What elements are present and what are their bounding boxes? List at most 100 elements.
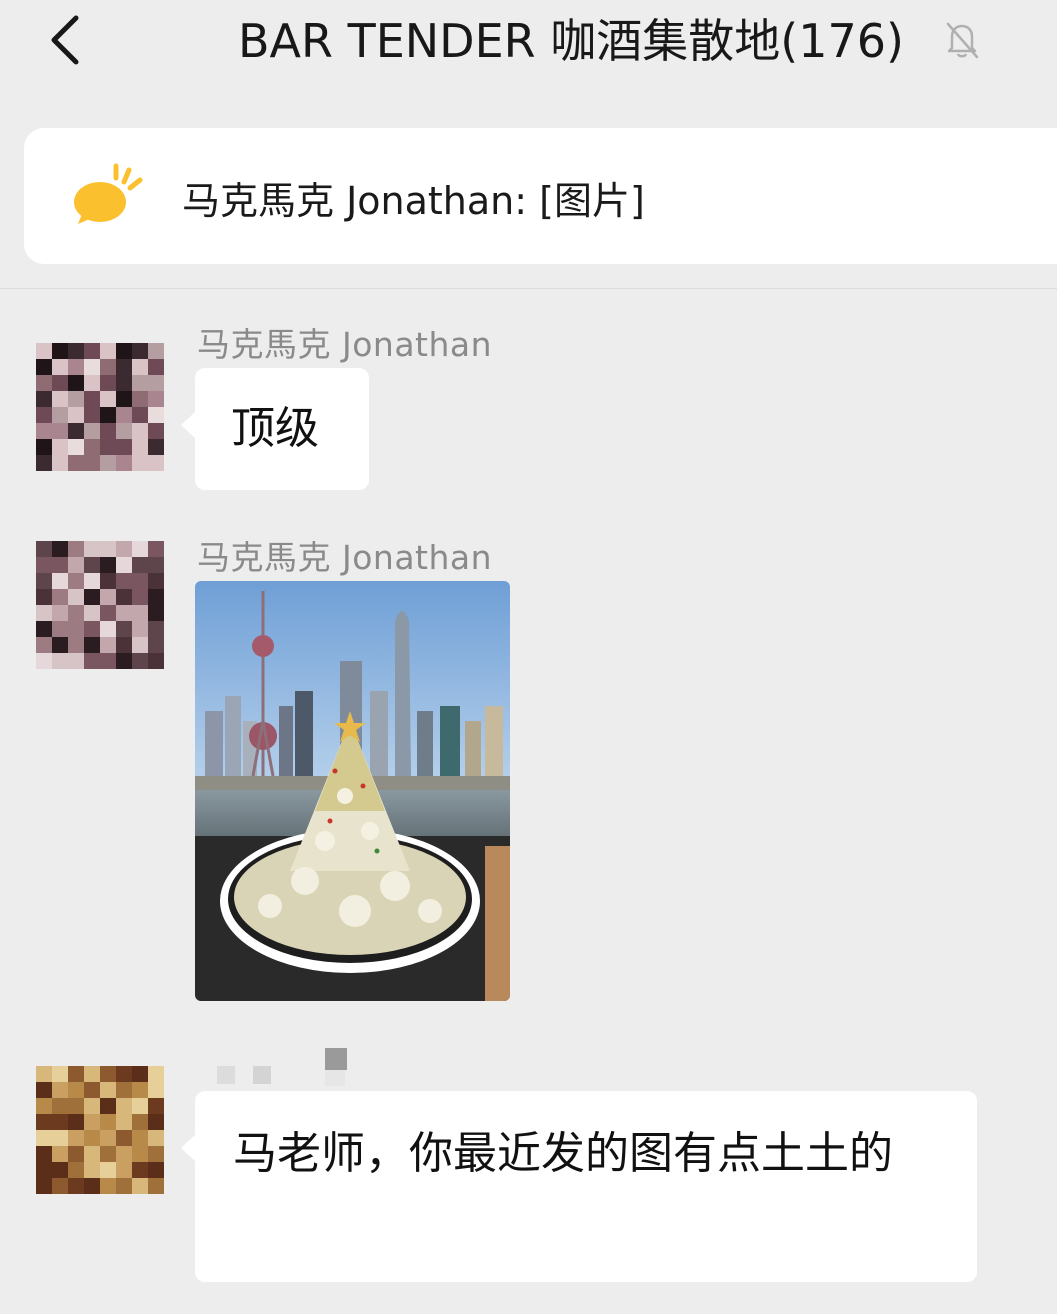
- avatar-pixel: [100, 605, 116, 621]
- avatar[interactable]: [36, 541, 164, 669]
- avatar-pixel: [84, 589, 100, 605]
- avatar-pixel: [132, 589, 148, 605]
- avatar-pixel: [84, 557, 100, 573]
- avatar-pixel: [36, 439, 52, 455]
- avatar-pixel: [52, 1114, 68, 1130]
- avatar-pixel: [52, 1066, 68, 1082]
- avatar-pixel: [132, 375, 148, 391]
- message-text: 马老师，你最近发的图有点土土的: [233, 1128, 893, 1179]
- avatar-pixel: [132, 1146, 148, 1162]
- avatar-pixel: [148, 1178, 164, 1194]
- avatar-pixel: [52, 1082, 68, 1098]
- avatar-pixel: [148, 557, 164, 573]
- avatar-pixel: [100, 589, 116, 605]
- avatar-pixel: [116, 407, 132, 423]
- avatar-pixel: [36, 557, 52, 573]
- avatar-pixel: [68, 423, 84, 439]
- avatar-pixel: [52, 343, 68, 359]
- avatar-pixel: [148, 1098, 164, 1114]
- avatar-pixel: [36, 1066, 52, 1082]
- avatar-pixel: [132, 541, 148, 557]
- avatar-pixel: [116, 1162, 132, 1178]
- avatar-pixel: [132, 605, 148, 621]
- avatar-pixel: [132, 1130, 148, 1146]
- avatar-pixel: [148, 541, 164, 557]
- avatar-pixel: [100, 359, 116, 375]
- avatar-pixel: [36, 605, 52, 621]
- avatar-pixel: [52, 1178, 68, 1194]
- avatar-pixel: [132, 1114, 148, 1130]
- message-bubble[interactable]: 顶级: [181, 368, 369, 490]
- avatar-pixel: [84, 375, 100, 391]
- avatar-pixel: [68, 1098, 84, 1114]
- avatar-pixel: [116, 375, 132, 391]
- avatar-pixel: [52, 621, 68, 637]
- notice-text: 马克馬克 Jonathan: [图片]: [182, 179, 645, 223]
- avatar-pixel: [84, 1146, 100, 1162]
- avatar-pixel: [84, 1066, 100, 1082]
- avatar-pixel: [84, 359, 100, 375]
- avatar-pixel: [52, 557, 68, 573]
- avatar-pixel: [52, 637, 68, 653]
- avatar-pixel: [36, 391, 52, 407]
- avatar-pixel: [100, 455, 116, 471]
- avatar-pixel: [52, 391, 68, 407]
- avatar-pixel: [148, 653, 164, 669]
- avatar-pixel: [36, 1162, 52, 1178]
- avatar-pixel: [132, 637, 148, 653]
- avatar-pixel: [36, 359, 52, 375]
- avatar-pixel: [84, 407, 100, 423]
- avatar[interactable]: [36, 1066, 164, 1194]
- divider: [0, 288, 1057, 289]
- avatar-pixel: [84, 1082, 100, 1098]
- message-bubble[interactable]: 马老师，你最近发的图有点土土的: [181, 1091, 977, 1282]
- avatar-pixel: [116, 1098, 132, 1114]
- avatar-pixel: [52, 407, 68, 423]
- avatar-pixel: [148, 423, 164, 439]
- avatar-pixel: [116, 1130, 132, 1146]
- avatar-pixel: [36, 423, 52, 439]
- avatar-pixel: [148, 589, 164, 605]
- avatar-pixel: [36, 637, 52, 653]
- avatar-pixel: [84, 423, 100, 439]
- avatar-pixel: [68, 573, 84, 589]
- avatar-pixel: [68, 1162, 84, 1178]
- avatar-pixel: [132, 1162, 148, 1178]
- avatar-pixel: [148, 343, 164, 359]
- avatar-pixel: [148, 1146, 164, 1162]
- avatar-pixel: [52, 1146, 68, 1162]
- avatar-pixel: [52, 605, 68, 621]
- avatar-pixel: [116, 605, 132, 621]
- avatar-pixel: [100, 653, 116, 669]
- avatar-pixel: [36, 343, 52, 359]
- avatar-pixel: [84, 455, 100, 471]
- avatar-pixel: [52, 1130, 68, 1146]
- bell-muted-icon: [946, 22, 979, 59]
- avatar-pixel: [100, 423, 116, 439]
- sender-name: 马克馬克 Jonathan: [197, 325, 493, 364]
- speech-bubble-icon: [74, 163, 143, 224]
- avatar-pixel: [36, 455, 52, 471]
- avatar-pixel: [116, 1146, 132, 1162]
- avatar-pixel: [36, 621, 52, 637]
- avatar[interactable]: [36, 343, 164, 471]
- avatar-pixel: [132, 1098, 148, 1114]
- avatar-pixel: [68, 407, 84, 423]
- avatar-pixel: [84, 653, 100, 669]
- avatar-pixel: [52, 1162, 68, 1178]
- avatar-pixel: [68, 557, 84, 573]
- back-button[interactable]: [40, 12, 90, 68]
- avatar-pixel: [116, 1114, 132, 1130]
- avatar-pixel: [52, 359, 68, 375]
- avatar-pixel: [116, 1178, 132, 1194]
- avatar-pixel: [132, 1066, 148, 1082]
- pinned-notice[interactable]: 马克馬克 Jonathan: [图片]: [24, 128, 1057, 264]
- avatar-pixel: [100, 1146, 116, 1162]
- avatar-pixel: [84, 1178, 100, 1194]
- avatar-pixel: [84, 1130, 100, 1146]
- photo-shanghai-skyline-dish[interactable]: [195, 581, 510, 1001]
- avatar-pixel: [116, 439, 132, 455]
- avatar-pixel: [148, 439, 164, 455]
- avatar-pixel: [36, 541, 52, 557]
- avatar-pixel: [116, 621, 132, 637]
